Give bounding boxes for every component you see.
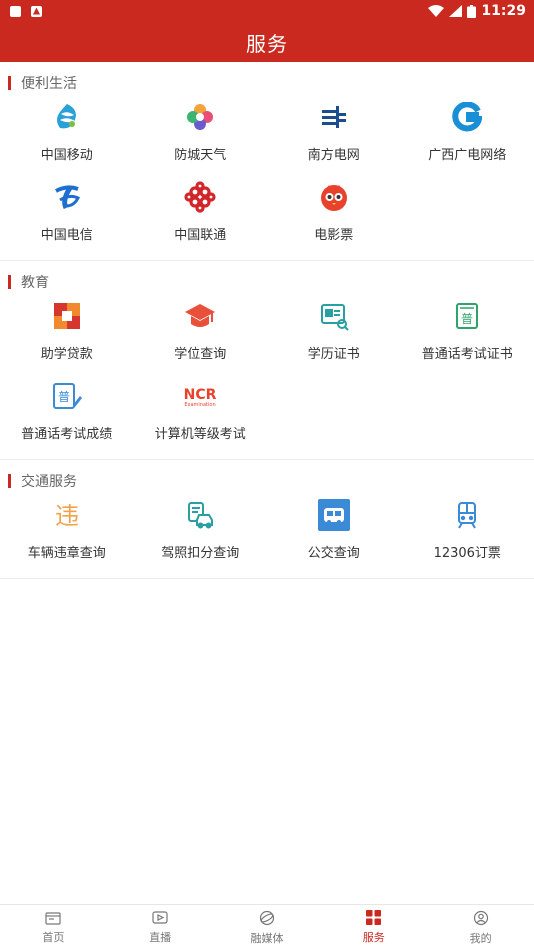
service-degree-query[interactable]: 学位查询: [134, 293, 268, 373]
service-traffic-violation[interactable]: 违 车辆违章查询: [0, 492, 134, 572]
service-label: 普通话考试证书: [421, 347, 513, 362]
service-label: 广西广电网络: [428, 148, 507, 163]
service-china-unicom[interactable]: 中国联通: [134, 174, 268, 254]
broadcast-network-icon: [450, 100, 484, 134]
service-license-points[interactable]: 驾照扣分查询: [134, 492, 268, 572]
service-mandarin-certificate[interactable]: 普 普通话考试证书: [401, 293, 534, 373]
service-label: 学历证书: [307, 347, 360, 362]
tab-label: 融媒体: [250, 931, 284, 945]
service-label: 公交查询: [307, 546, 360, 561]
service-broadcast-network[interactable]: 广西广电网络: [401, 94, 534, 174]
notification-app-icon: [10, 5, 21, 17]
section-title-text: 便利生活: [21, 76, 77, 92]
system-indicators: 11:29: [428, 3, 526, 19]
service-label: 助学贷款: [40, 347, 93, 362]
app-bar: 服务: [0, 22, 534, 62]
page-title: 服务: [246, 31, 288, 56]
bus-icon: [317, 498, 351, 532]
signal-icon: [449, 5, 463, 17]
tab-services[interactable]: 服务: [320, 905, 427, 950]
notification-alert-icon: [31, 5, 42, 17]
service-mandarin-score[interactable]: 普 普通话考试成绩: [0, 373, 134, 453]
service-label: 学位查询: [174, 347, 227, 362]
mandarin-glyph: 普: [461, 312, 473, 326]
movie-ticket-icon: [317, 180, 351, 214]
section-accent-bar: [8, 474, 11, 488]
china-mobile-icon: [50, 100, 84, 134]
services-grid-icon: [366, 910, 382, 925]
section-title-text: 教育: [21, 275, 49, 291]
tab-live[interactable]: 直播: [107, 905, 214, 950]
service-weather[interactable]: 防城天气: [134, 94, 268, 174]
battery-icon: [467, 4, 477, 18]
tab-label: 服务: [362, 931, 385, 944]
media-icon: [259, 910, 275, 925]
service-label: 南方电网: [307, 148, 360, 163]
section-accent-bar: [8, 76, 11, 90]
service-diploma-certificate[interactable]: 学历证书: [267, 293, 401, 373]
service-label: 中国联通: [174, 228, 227, 243]
home-icon: [45, 911, 61, 925]
service-power-grid[interactable]: 南方电网: [267, 94, 401, 174]
tab-profile[interactable]: 我的: [427, 905, 534, 950]
mandarin-certificate-icon: 普: [450, 299, 484, 333]
service-bus-query[interactable]: 公交查询: [267, 492, 401, 572]
service-computer-exam[interactable]: NCR Examination 计算机等级考试: [134, 373, 268, 453]
live-icon: [152, 910, 168, 924]
china-telecom-icon: [50, 180, 84, 214]
section-education: 教育 助学贷款 学位查询 学历证书 普 普通话考试证书 普 普通话考试成绩 NC…: [0, 271, 534, 460]
student-loan-icon: [50, 299, 84, 333]
weather-icon: [183, 100, 217, 134]
section-title: 便利生活: [0, 72, 534, 94]
bottom-tab-bar: 首页 直播 融媒体 服务 我的: [0, 904, 534, 950]
section-title: 教育: [0, 271, 534, 293]
train-icon: [450, 498, 484, 532]
service-china-mobile[interactable]: 中国移动: [0, 94, 134, 174]
service-label: 计算机等级考试: [154, 427, 246, 442]
mandarin-score-icon: 普: [50, 379, 84, 413]
service-student-loan[interactable]: 助学贷款: [0, 293, 134, 373]
violation-glyph: 违: [55, 502, 79, 530]
tab-label: 我的: [469, 931, 492, 945]
service-label: 中国电信: [40, 228, 93, 243]
service-label: 中国移动: [40, 148, 93, 163]
profile-icon: [473, 910, 488, 925]
section-title-text: 交通服务: [21, 474, 77, 490]
tab-label: 首页: [42, 930, 65, 944]
logo-text: NCR: [184, 387, 217, 403]
service-china-telecom[interactable]: 中国电信: [0, 174, 134, 254]
graduation-cap-icon: [183, 299, 217, 333]
mandarin-glyph: 普: [58, 390, 70, 404]
license-points-icon: [183, 498, 217, 532]
section-accent-bar: [8, 275, 11, 289]
diploma-certificate-icon: [317, 299, 351, 333]
status-bar: 11:29: [0, 0, 534, 22]
section-transport: 交通服务 违 车辆违章查询 驾照扣分查询 公交查询 12306订票: [0, 470, 534, 579]
service-label: 电影票: [314, 228, 354, 243]
section-convenience: 便利生活 中国移动 防城天气 南方电网 广西广电网络 中国电信 中国联通 电影票: [0, 72, 534, 261]
service-label: 车辆违章查询: [27, 546, 106, 561]
notification-icons: [10, 5, 42, 17]
tab-home[interactable]: 首页: [0, 905, 107, 950]
power-grid-icon: [317, 100, 351, 134]
service-movie-ticket[interactable]: 电影票: [267, 174, 401, 254]
logo-subtext: Examination: [185, 402, 216, 408]
service-label: 普通话考试成绩: [21, 427, 113, 442]
service-label: 驾照扣分查询: [161, 546, 240, 561]
china-unicom-icon: [183, 180, 217, 214]
computer-exam-icon: NCR Examination: [183, 379, 217, 413]
wifi-icon: [428, 5, 445, 17]
section-title: 交通服务: [0, 470, 534, 492]
service-label: 防城天气: [174, 148, 227, 163]
status-time: 11:29: [481, 3, 526, 19]
tab-media[interactable]: 融媒体: [214, 905, 321, 950]
service-label: 12306订票: [433, 546, 501, 561]
traffic-violation-icon: 违: [50, 498, 84, 532]
tab-label: 直播: [149, 930, 172, 944]
service-12306-tickets[interactable]: 12306订票: [401, 492, 534, 572]
